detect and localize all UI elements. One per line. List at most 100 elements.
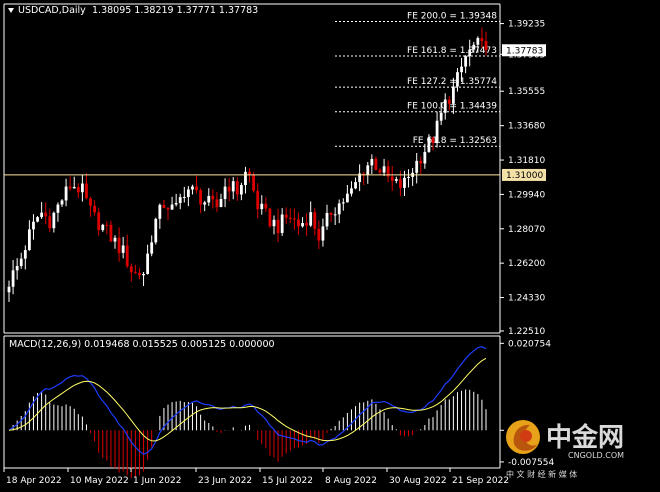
time-tick-label: 23 Jun 2022 (198, 476, 252, 486)
candle-body (345, 193, 349, 203)
candle-body (105, 224, 109, 226)
candle-body (256, 190, 260, 210)
candle-body (354, 182, 357, 189)
candle-body (276, 219, 280, 233)
time-tick-label: 15 Jul 2022 (262, 476, 313, 486)
price-tick-label: 1.24330 (508, 294, 545, 304)
candle-body (60, 200, 64, 205)
candle-body (415, 160, 419, 173)
candle-body (456, 72, 459, 87)
candle-body (337, 203, 341, 215)
candle-body (32, 221, 35, 230)
candle-body (150, 242, 154, 254)
fe-level-label: FE 200.0 = 1.39348 (407, 11, 497, 21)
candle-body (52, 212, 56, 229)
candle-body (419, 160, 423, 164)
macd-tick-label: -0.007554 (508, 458, 554, 468)
candle-body (264, 203, 268, 209)
candle-body (280, 214, 284, 233)
candle-body (23, 250, 27, 259)
candle-body (68, 186, 72, 189)
time-tick-label: 18 Apr 2022 (6, 476, 62, 486)
candle-body (72, 187, 76, 189)
candle-body (329, 212, 333, 215)
candle-body (76, 187, 80, 193)
candle-body (390, 176, 394, 181)
candle-body (317, 228, 321, 241)
candle-body (117, 237, 121, 253)
candle-body (215, 199, 219, 208)
time-tick-label: 21 Sep 2022 (452, 476, 509, 486)
current-price-label: 1.37783 (506, 46, 543, 56)
candle-body (195, 186, 198, 191)
candle-body (268, 208, 272, 227)
candle-body (97, 212, 101, 231)
price-tick-label: 1.22510 (508, 327, 545, 337)
candle-body (113, 237, 117, 242)
candle-body (366, 165, 370, 176)
candle-body (431, 137, 435, 144)
candle-body (133, 272, 137, 274)
macd-title: MACD(12,26,9) 0.019468 0.015525 0.005125… (9, 339, 275, 350)
time-tick-label: 1 Jun 2022 (133, 476, 181, 486)
candle-body (44, 212, 48, 217)
candle-body (227, 186, 231, 192)
candle-body (162, 204, 166, 208)
candle-body (333, 214, 337, 216)
candle-body (439, 112, 443, 121)
candle-body (36, 217, 39, 222)
cngold-logo-icon (506, 420, 540, 454)
candle-body (170, 204, 174, 210)
candle-body (305, 223, 309, 226)
candle-body (158, 204, 162, 219)
fe-level-label: FE 161.8 = 1.37473 (407, 46, 497, 56)
candle-body (435, 120, 439, 144)
time-tick-label: 10 May 2022 (70, 476, 129, 486)
level-line-label: 1.31000 (506, 171, 543, 181)
candle-body (174, 202, 178, 205)
price-tick-label: 1.28070 (508, 225, 545, 235)
candle-body (138, 272, 141, 276)
candle-body (451, 86, 455, 104)
candle-body (350, 188, 353, 194)
candle-body (178, 197, 182, 203)
candle-body (301, 223, 304, 227)
candle-body (191, 186, 194, 190)
candle-body (382, 166, 386, 173)
candle-body (56, 204, 60, 213)
candle-body (374, 158, 378, 170)
candle-body (443, 99, 447, 113)
chart-canvas[interactable]: 1.392351.375651.355551.336801.318101.299… (0, 0, 660, 492)
candle-body (476, 38, 480, 45)
fe-level-label: FE 61.8 = 1.32563 (413, 136, 497, 146)
candle-body (394, 179, 398, 181)
candle-body (252, 175, 256, 191)
candle-body (244, 171, 247, 186)
candle-body (427, 137, 431, 152)
price-tick-label: 1.29940 (508, 190, 545, 200)
candle-body (129, 266, 133, 273)
candle-body (219, 199, 223, 208)
price-tick-label: 1.35555 (508, 87, 545, 97)
candle-body (40, 212, 44, 218)
candle-body (121, 245, 125, 253)
candle-body (398, 179, 402, 188)
candle-body (292, 218, 296, 220)
candle-body (325, 212, 329, 227)
candle-body (203, 202, 207, 205)
candle-body (260, 203, 264, 210)
candle-body (321, 226, 325, 241)
chart-symbol-title: USDCAD,Daily (18, 5, 86, 16)
price-tick-label: 1.26200 (508, 259, 545, 269)
candle-body (154, 218, 158, 243)
candle-body (480, 38, 484, 42)
candle-body (27, 229, 31, 251)
macd-tick-label: 0.020754 (508, 339, 551, 349)
candle-body (447, 99, 451, 104)
candle-body (7, 286, 11, 293)
candle-body (142, 273, 145, 276)
candle-body (313, 212, 317, 229)
candle-body (309, 212, 313, 226)
candle-body (403, 177, 406, 188)
price-tick-label: 1.31810 (508, 156, 545, 166)
